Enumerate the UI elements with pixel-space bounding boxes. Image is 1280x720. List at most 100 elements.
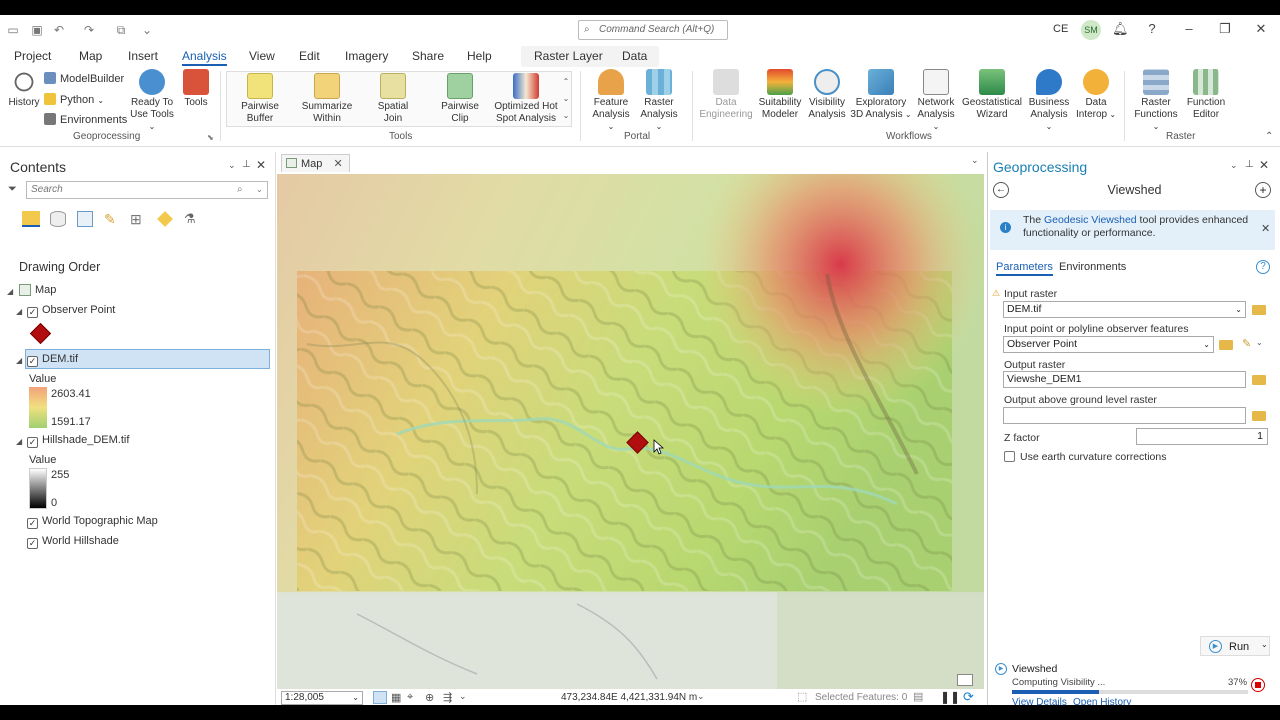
sketch-pencil-icon[interactable]: ✎	[1242, 337, 1251, 350]
gallery-scroll-icon[interactable]: ⌃ ⌄ ⌄	[561, 73, 571, 124]
close-window-icon[interactable]: ✕	[1253, 21, 1269, 37]
open-history-link[interactable]: Open History	[1073, 697, 1131, 705]
input-raster-select[interactable]: DEM.tif ⌄	[1003, 301, 1246, 318]
layer-visibility-checkbox[interactable]: ✓	[27, 538, 38, 549]
expand-arrow-icon[interactable]: ◢	[16, 356, 22, 365]
browse-folder-icon[interactable]	[1252, 411, 1266, 421]
z-factor-input[interactable]: 1	[1136, 428, 1268, 445]
tab-data[interactable]: Data	[622, 49, 647, 63]
collapse-ribbon-icon[interactable]: ⌃	[1265, 131, 1273, 142]
help-button[interactable]: ?	[1144, 21, 1160, 37]
observer-point-symbol[interactable]	[29, 322, 52, 345]
expand-arrow-icon[interactable]: ◢	[16, 307, 22, 316]
pause-drawing-icon[interactable]: ❚❚	[940, 690, 960, 704]
layer-visibility-checkbox[interactable]: ✓	[27, 356, 38, 367]
add-icon[interactable]: +	[1255, 182, 1271, 198]
network-analysis-button[interactable]: Network Analysis ⌄	[913, 69, 959, 133]
layer-visibility-checkbox[interactable]: ✓	[27, 437, 38, 448]
exploratory-3d-analysis-button[interactable]: Exploratory 3D Analysis ⌄	[850, 69, 912, 121]
pane-options-chevron-icon[interactable]: ⌄	[1230, 160, 1238, 171]
suitability-modeler-button[interactable]: Suitability Modeler	[756, 69, 804, 121]
tab-analysis[interactable]: Analysis	[182, 49, 227, 66]
agl-raster-input[interactable]	[1003, 407, 1246, 424]
fixed-scale-icon[interactable]	[373, 691, 387, 704]
tab-share[interactable]: Share	[412, 49, 444, 63]
tree-item-world-hillshade[interactable]: ✓ World Hillshade	[27, 535, 119, 549]
save-icon[interactable]: ▣	[30, 23, 44, 37]
tab-parameters[interactable]: Parameters	[996, 261, 1053, 276]
list-by-selection-icon[interactable]	[77, 211, 93, 227]
dismiss-info-icon[interactable]: ✕	[1261, 222, 1270, 235]
list-by-labeling-icon[interactable]	[157, 211, 173, 227]
pan-icon[interactable]: ⌖	[407, 691, 413, 704]
pairwise-clip-button[interactable]: Pairwise Clip	[440, 73, 480, 125]
attribution-toggle-icon[interactable]	[957, 674, 973, 686]
geodesic-viewshed-link[interactable]: Geodesic Viewshed	[1044, 214, 1137, 226]
python-button[interactable]: Python ⌄	[44, 93, 104, 106]
close-pane-icon[interactable]: ✕	[256, 158, 266, 172]
tab-view[interactable]: View	[249, 49, 275, 63]
spatial-join-button[interactable]: Spatial Join	[374, 73, 412, 125]
browse-folder-icon[interactable]	[1252, 375, 1266, 385]
tree-item-map[interactable]: Map	[19, 284, 56, 296]
data-engineering-button[interactable]: Data Engineering	[698, 69, 754, 121]
select-features-icon[interactable]: ⬚	[797, 690, 807, 703]
earth-curvature-checkbox[interactable]	[1004, 451, 1015, 462]
map-scale-select[interactable]: 1:28,005 ⌄	[281, 691, 363, 705]
tab-help[interactable]: Help	[467, 49, 492, 63]
list-by-snapping-icon[interactable]: ⊞	[130, 211, 146, 227]
redo-icon[interactable]: ↷	[82, 23, 96, 37]
output-raster-input[interactable]: Viewshe_DEM1	[1003, 371, 1246, 388]
hillshade-color-ramp[interactable]	[29, 468, 47, 509]
chevron-down-icon[interactable]: ⌄	[1256, 338, 1263, 347]
tree-item-dem[interactable]: ✓ DEM.tif	[27, 353, 78, 367]
tools-button[interactable]: Tools	[180, 69, 212, 109]
list-by-drawing-order-icon[interactable]	[22, 211, 40, 227]
modelbuilder-button[interactable]: ModelBuilder	[44, 72, 124, 85]
ready-to-use-tools-button[interactable]: Ready To Use Tools ⌄	[126, 69, 178, 133]
filter-icon[interactable]: ⏷	[8, 183, 17, 196]
pairwise-buffer-button[interactable]: Pairwise Buffer	[237, 73, 283, 125]
visibility-analysis-button[interactable]: Visibility Analysis	[806, 69, 848, 121]
environments-button[interactable]: Environments	[44, 113, 127, 126]
navigate-icon[interactable]: ⊕	[425, 691, 434, 704]
optimized-hot-spot-button[interactable]: Optimized Hot Spot Analysis	[494, 73, 558, 125]
feature-analysis-button[interactable]: Feature Analysis ⌄	[588, 69, 634, 133]
function-editor-button[interactable]: Function Editor	[1183, 69, 1229, 121]
close-pane-icon[interactable]: ✕	[1259, 158, 1269, 172]
refresh-icon[interactable]: ⟳	[963, 689, 974, 705]
customize-toolbar-icon[interactable]: ⌄	[140, 23, 154, 37]
list-by-perspective-icon[interactable]: ⚗	[184, 211, 200, 227]
open-project-icon[interactable]: ▭	[6, 23, 20, 37]
observer-features-select[interactable]: Observer Point ⌄	[1003, 336, 1214, 353]
chevron-down-icon[interactable]: ⌄	[971, 155, 979, 166]
history-button[interactable]: History	[4, 69, 44, 109]
map-view-tab[interactable]: Map ✕	[281, 154, 350, 172]
contents-search-input[interactable]: Search ⌕ ⌄	[26, 181, 268, 199]
browse-folder-icon[interactable]	[1252, 305, 1266, 315]
dem-color-ramp[interactable]	[29, 387, 47, 428]
tab-map[interactable]: Map	[79, 49, 102, 63]
tab-insert[interactable]: Insert	[128, 49, 158, 63]
data-interop-button[interactable]: Data Interop ⌄	[1073, 69, 1119, 121]
raster-analysis-button[interactable]: Raster Analysis ⌄	[636, 69, 682, 133]
tab-raster-layer[interactable]: Raster Layer	[534, 49, 603, 63]
list-by-data-source-icon[interactable]	[50, 211, 66, 227]
grid-icon[interactable]: ▦	[391, 691, 401, 704]
chevron-down-icon[interactable]: ⌄	[697, 691, 705, 702]
expand-arrow-icon[interactable]: ◢	[7, 287, 13, 296]
chevron-down-icon[interactable]: ⌄	[459, 691, 467, 702]
tab-edit[interactable]: Edit	[299, 49, 320, 63]
tree-item-world-topographic-map[interactable]: ✓ World Topographic Map	[27, 515, 158, 529]
undo-icon[interactable]: ↶	[52, 23, 66, 37]
tree-item-hillshade[interactable]: ✓ Hillshade_DEM.tif	[27, 434, 129, 448]
pane-options-chevron-icon[interactable]: ⌄	[228, 160, 236, 171]
refresh-table-icon[interactable]: ▤	[913, 690, 923, 703]
pin-icon[interactable]: ⊥	[1245, 159, 1254, 170]
summarize-within-button[interactable]: Summarize Within	[300, 73, 354, 125]
tab-environments[interactable]: Environments	[1059, 261, 1126, 273]
browse-folder-icon[interactable]	[1219, 340, 1233, 350]
view-details-link[interactable]: View Details	[1012, 697, 1067, 705]
minimize-icon[interactable]: –	[1181, 21, 1197, 37]
command-search-input[interactable]: ⌕ Command Search (Alt+Q)	[578, 20, 728, 40]
